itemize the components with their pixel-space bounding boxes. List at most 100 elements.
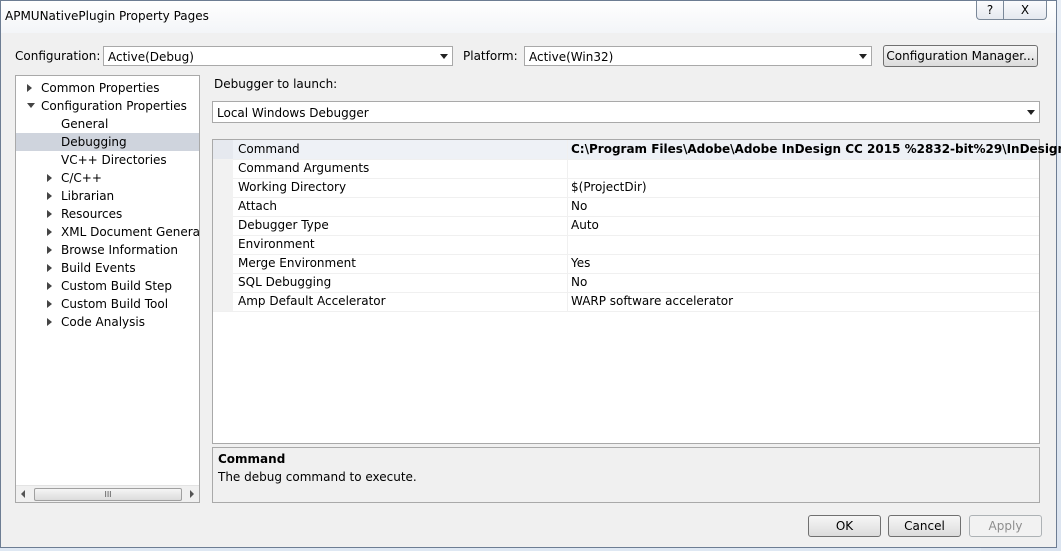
platform-dropdown[interactable]: Active(Win32) (524, 46, 872, 66)
description-text: The debug command to execute. (218, 470, 417, 484)
tree-item[interactable]: Configuration Properties (16, 97, 199, 115)
tree-item[interactable]: General (16, 115, 199, 133)
tree-item[interactable]: Debugging (16, 133, 199, 151)
tree-item-label: Debugging (61, 135, 127, 149)
property-name: Merge Environment (238, 256, 356, 270)
scroll-left-icon[interactable] (21, 490, 25, 498)
column-divider (567, 197, 568, 216)
column-divider (567, 292, 568, 311)
tree-item[interactable]: C/C++ (16, 169, 199, 187)
tree-item[interactable]: Build Events (16, 259, 199, 277)
tree-item[interactable]: Custom Build Step (16, 277, 199, 295)
property-pages-dialog: APMUNativePlugin Property Pages ? X Conf… (0, 0, 1061, 548)
cancel-button[interactable]: Cancel (888, 515, 961, 537)
tree-item[interactable]: Browse Information (16, 241, 199, 259)
property-name: SQL Debugging (238, 275, 332, 289)
row-gutter (213, 159, 233, 178)
collapsed-arrow-icon[interactable] (47, 210, 52, 218)
tree-item[interactable]: VC++ Directories (16, 151, 199, 169)
platform-value: Active(Win32) (529, 50, 614, 64)
description-title: Command (218, 452, 286, 466)
collapsed-arrow-icon[interactable] (47, 228, 52, 236)
column-divider (567, 216, 568, 235)
tree-item-label: XML Document Generator (61, 225, 200, 239)
ok-button[interactable]: OK (808, 515, 881, 537)
column-divider (567, 235, 568, 254)
row-gutter (213, 197, 233, 216)
tree-item[interactable]: Common Properties (16, 79, 199, 97)
property-row[interactable]: Working Directory $(ProjectDir) (213, 178, 1039, 198)
tree-item[interactable]: Librarian (16, 187, 199, 205)
collapsed-arrow-icon[interactable] (47, 192, 52, 200)
property-row[interactable]: SQL Debugging No (213, 273, 1039, 293)
tree-item[interactable]: Resources (16, 205, 199, 223)
property-tree[interactable]: Code Analysis Custom Build Tool Custom Bui… (15, 75, 200, 503)
tree-item[interactable]: XML Document Generator (16, 223, 199, 241)
tree-item-label: Custom Build Tool (61, 297, 169, 311)
apply-button[interactable]: Apply (969, 515, 1042, 537)
tree-item[interactable]: Code Analysis (16, 313, 199, 331)
platform-label: Platform: (463, 49, 518, 63)
tree-horizontal-scrollbar[interactable]: III (16, 485, 199, 502)
property-row[interactable]: Debugger Type Auto (213, 216, 1039, 236)
tree-item-label: Librarian (61, 189, 115, 203)
expanded-arrow-icon[interactable] (27, 103, 35, 108)
tree-item[interactable]: Custom Build Tool (16, 295, 199, 313)
configuration-label: Configuration: (15, 49, 101, 63)
property-name: Command (238, 142, 300, 156)
configuration-manager-button[interactable]: Configuration Manager... (883, 45, 1038, 67)
property-name: Amp Default Accelerator (238, 294, 386, 308)
close-button[interactable]: X (1003, 1, 1047, 20)
collapsed-arrow-icon[interactable] (27, 84, 32, 92)
tree-item-label: VC++ Directories (61, 153, 167, 167)
property-row[interactable]: Command C:\Program Files\Adobe\Adobe InDe… (213, 140, 1061, 160)
configuration-value: Active(Debug) (108, 50, 194, 64)
property-value[interactable]: Yes (571, 256, 590, 270)
collapsed-arrow-icon[interactable] (47, 300, 52, 308)
tree-item-label: General (61, 117, 109, 131)
property-row[interactable]: Amp Default Accelerator WARP software acc… (213, 292, 1039, 312)
tree-item-label: Build Events (61, 261, 136, 275)
debugger-value: Local Windows Debugger (217, 106, 369, 120)
property-row[interactable]: Environment (213, 235, 1039, 255)
collapsed-arrow-icon[interactable] (47, 318, 52, 326)
column-divider (567, 273, 568, 292)
property-grid[interactable]: Command C:\Program Files\Adobe\Adobe InDe… (212, 139, 1061, 444)
row-gutter (213, 273, 233, 292)
chevron-down-icon (1027, 110, 1035, 115)
scroll-thumb[interactable]: III (34, 488, 182, 501)
tree-item-label: Resources (61, 207, 123, 221)
collapsed-arrow-icon[interactable] (47, 282, 52, 290)
description-panel: Command The debug command to execute. (212, 447, 1040, 503)
property-value[interactable]: C:\Program Files\Adobe\Adobe InDesign CC… (571, 142, 1061, 156)
property-row[interactable]: Command Arguments (213, 159, 1039, 179)
title-bar: APMUNativePlugin Property Pages ? X (1, 1, 1056, 33)
column-divider (567, 254, 568, 273)
collapsed-arrow-icon[interactable] (47, 174, 52, 182)
collapsed-arrow-icon[interactable] (47, 246, 52, 254)
tree-item-label: Browse Information (61, 243, 178, 257)
debugger-dropdown[interactable]: Local Windows Debugger (212, 101, 1040, 123)
collapsed-arrow-icon[interactable] (47, 264, 52, 272)
property-value[interactable]: WARP software accelerator (571, 294, 733, 308)
row-gutter (213, 140, 233, 159)
property-value[interactable]: No (571, 199, 587, 213)
property-row[interactable]: Attach No (213, 197, 1039, 217)
column-divider (567, 140, 568, 159)
property-value[interactable]: Auto (571, 218, 599, 232)
property-row[interactable]: Merge Environment Yes (213, 254, 1039, 274)
tree-item-label: C/C++ (61, 171, 102, 185)
window-title: APMUNativePlugin Property Pages (5, 9, 209, 23)
tree-item-label: Custom Build Step (61, 279, 173, 293)
scroll-right-icon[interactable] (190, 490, 194, 498)
column-divider (567, 178, 568, 197)
configuration-dropdown[interactable]: Active(Debug) (103, 46, 453, 66)
property-value[interactable]: No (571, 275, 587, 289)
row-gutter (213, 235, 233, 254)
help-button[interactable]: ? (976, 1, 1004, 20)
chevron-down-icon (859, 54, 867, 59)
tree-item-label: Common Properties (41, 81, 160, 95)
property-name: Attach (238, 199, 277, 213)
property-name: Working Directory (238, 180, 347, 194)
property-value[interactable]: $(ProjectDir) (571, 180, 647, 194)
